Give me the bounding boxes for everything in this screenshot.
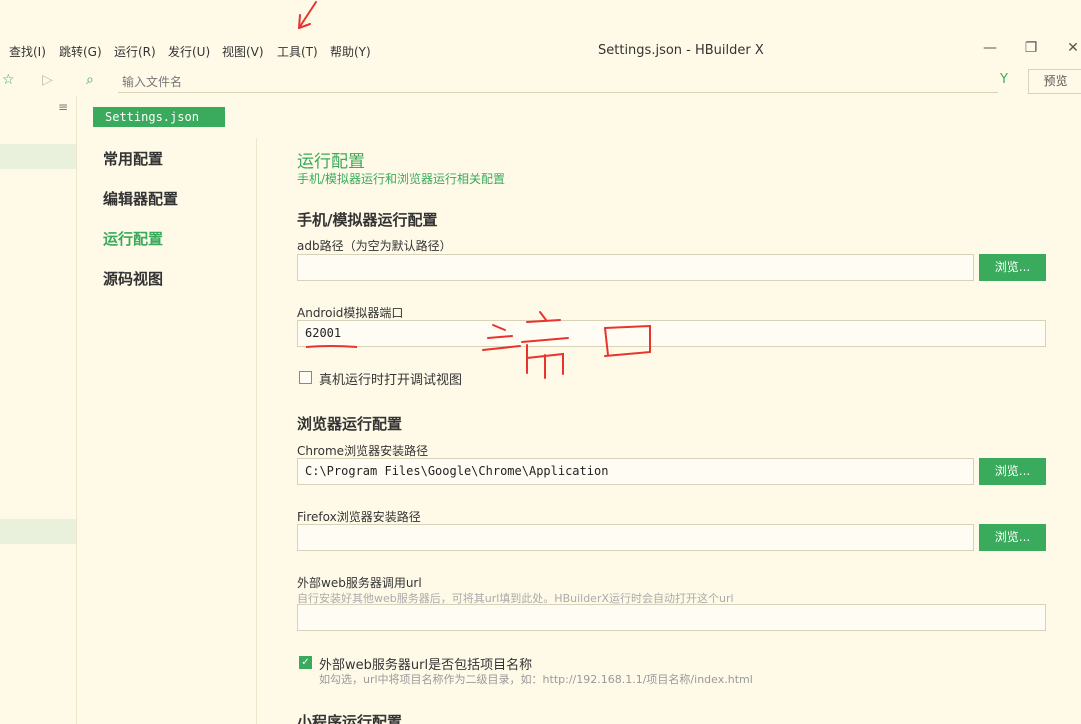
firefox-path-label: Firefox浏览器安装路径 bbox=[297, 510, 421, 524]
menu-run[interactable]: 运行(R) bbox=[114, 43, 156, 60]
restore-icon[interactable]: ❐ bbox=[1021, 40, 1041, 56]
menu-bar: 查找(I) 跳转(G) 运行(R) 发行(U) 视图(V) 工具(T) 帮助(Y… bbox=[0, 30, 1081, 70]
adb-path-input[interactable] bbox=[297, 254, 974, 281]
window-title: Settings.json - HBuilder X bbox=[598, 43, 764, 58]
menu-view[interactable]: 视图(V) bbox=[222, 43, 264, 60]
menu-goto[interactable]: 跳转(G) bbox=[59, 43, 102, 60]
menu-find[interactable]: 查找(I) bbox=[9, 43, 46, 60]
adb-path-label: adb路径（为空为默认路径） bbox=[297, 239, 452, 253]
section-title: 运行配置 bbox=[297, 152, 365, 172]
include-project-checkbox[interactable]: ✓ bbox=[299, 656, 312, 669]
web-url-input[interactable] bbox=[297, 604, 1046, 631]
annotation-arrow-icon bbox=[298, 1, 317, 29]
close-icon[interactable]: ✕ bbox=[1063, 40, 1081, 56]
nav-item-general[interactable]: 常用配置 bbox=[103, 148, 163, 169]
run-icon[interactable]: ▷ bbox=[42, 72, 53, 88]
nav-item-source-view[interactable]: 源码视图 bbox=[103, 268, 163, 289]
rail-item[interactable] bbox=[0, 519, 76, 544]
nav-item-editor[interactable]: 编辑器配置 bbox=[103, 188, 178, 209]
chrome-path-input[interactable]: C:\Program Files\Google\Chrome\Applicati… bbox=[297, 458, 974, 485]
menu-publish[interactable]: 发行(U) bbox=[168, 43, 210, 60]
firefox-path-input[interactable] bbox=[297, 524, 974, 551]
nav-item-run[interactable]: 运行配置 bbox=[103, 228, 163, 249]
adb-browse-button[interactable]: 浏览... bbox=[979, 254, 1046, 281]
mobile-group-title: 手机/模拟器运行配置 bbox=[297, 211, 438, 229]
chrome-path-label: Chrome浏览器安装路径 bbox=[297, 444, 429, 458]
menu-help[interactable]: 帮助(Y) bbox=[330, 43, 371, 60]
filter-icon[interactable]: Y bbox=[1000, 72, 1008, 87]
android-port-label: Android模拟器端口 bbox=[297, 306, 404, 320]
android-port-input[interactable]: 62001 bbox=[297, 320, 1046, 347]
debug-view-label: 真机运行时打开调试视图 bbox=[319, 373, 463, 388]
web-url-label: 外部web服务器调用url bbox=[297, 576, 422, 590]
miniprogram-group-title: 小程序运行配置 bbox=[297, 713, 403, 724]
tab-settings-json[interactable]: Settings.json bbox=[93, 107, 225, 127]
menu-icon[interactable]: ≡ bbox=[58, 100, 68, 114]
firefox-browse-button[interactable]: 浏览... bbox=[979, 524, 1046, 551]
rail-selected-item[interactable] bbox=[0, 144, 76, 169]
star-icon[interactable]: ☆ bbox=[2, 72, 15, 88]
section-subtitle: 手机/模拟器运行和浏览器运行相关配置 bbox=[297, 172, 506, 186]
chrome-browse-button[interactable]: 浏览... bbox=[979, 458, 1046, 485]
file-search-icon[interactable]: ⌕ bbox=[86, 72, 94, 88]
include-project-hint: 如勾选，url中将项目名称作为二级目录，如：http://192.168.1.1… bbox=[319, 673, 753, 686]
minimize-icon[interactable]: — bbox=[980, 40, 1000, 56]
project-rail: ≡ bbox=[0, 96, 77, 724]
file-search-input[interactable] bbox=[118, 71, 998, 93]
debug-view-checkbox[interactable] bbox=[299, 371, 312, 384]
browser-group-title: 浏览器运行配置 bbox=[297, 415, 403, 433]
preview-button[interactable]: 预览 bbox=[1028, 69, 1081, 94]
toolbar: ☆ ▷ ⌕ Y 预览 bbox=[0, 68, 1081, 96]
menu-tools[interactable]: 工具(T) bbox=[277, 43, 318, 60]
settings-nav: 常用配置 编辑器配置 运行配置 源码视图 bbox=[77, 138, 257, 724]
